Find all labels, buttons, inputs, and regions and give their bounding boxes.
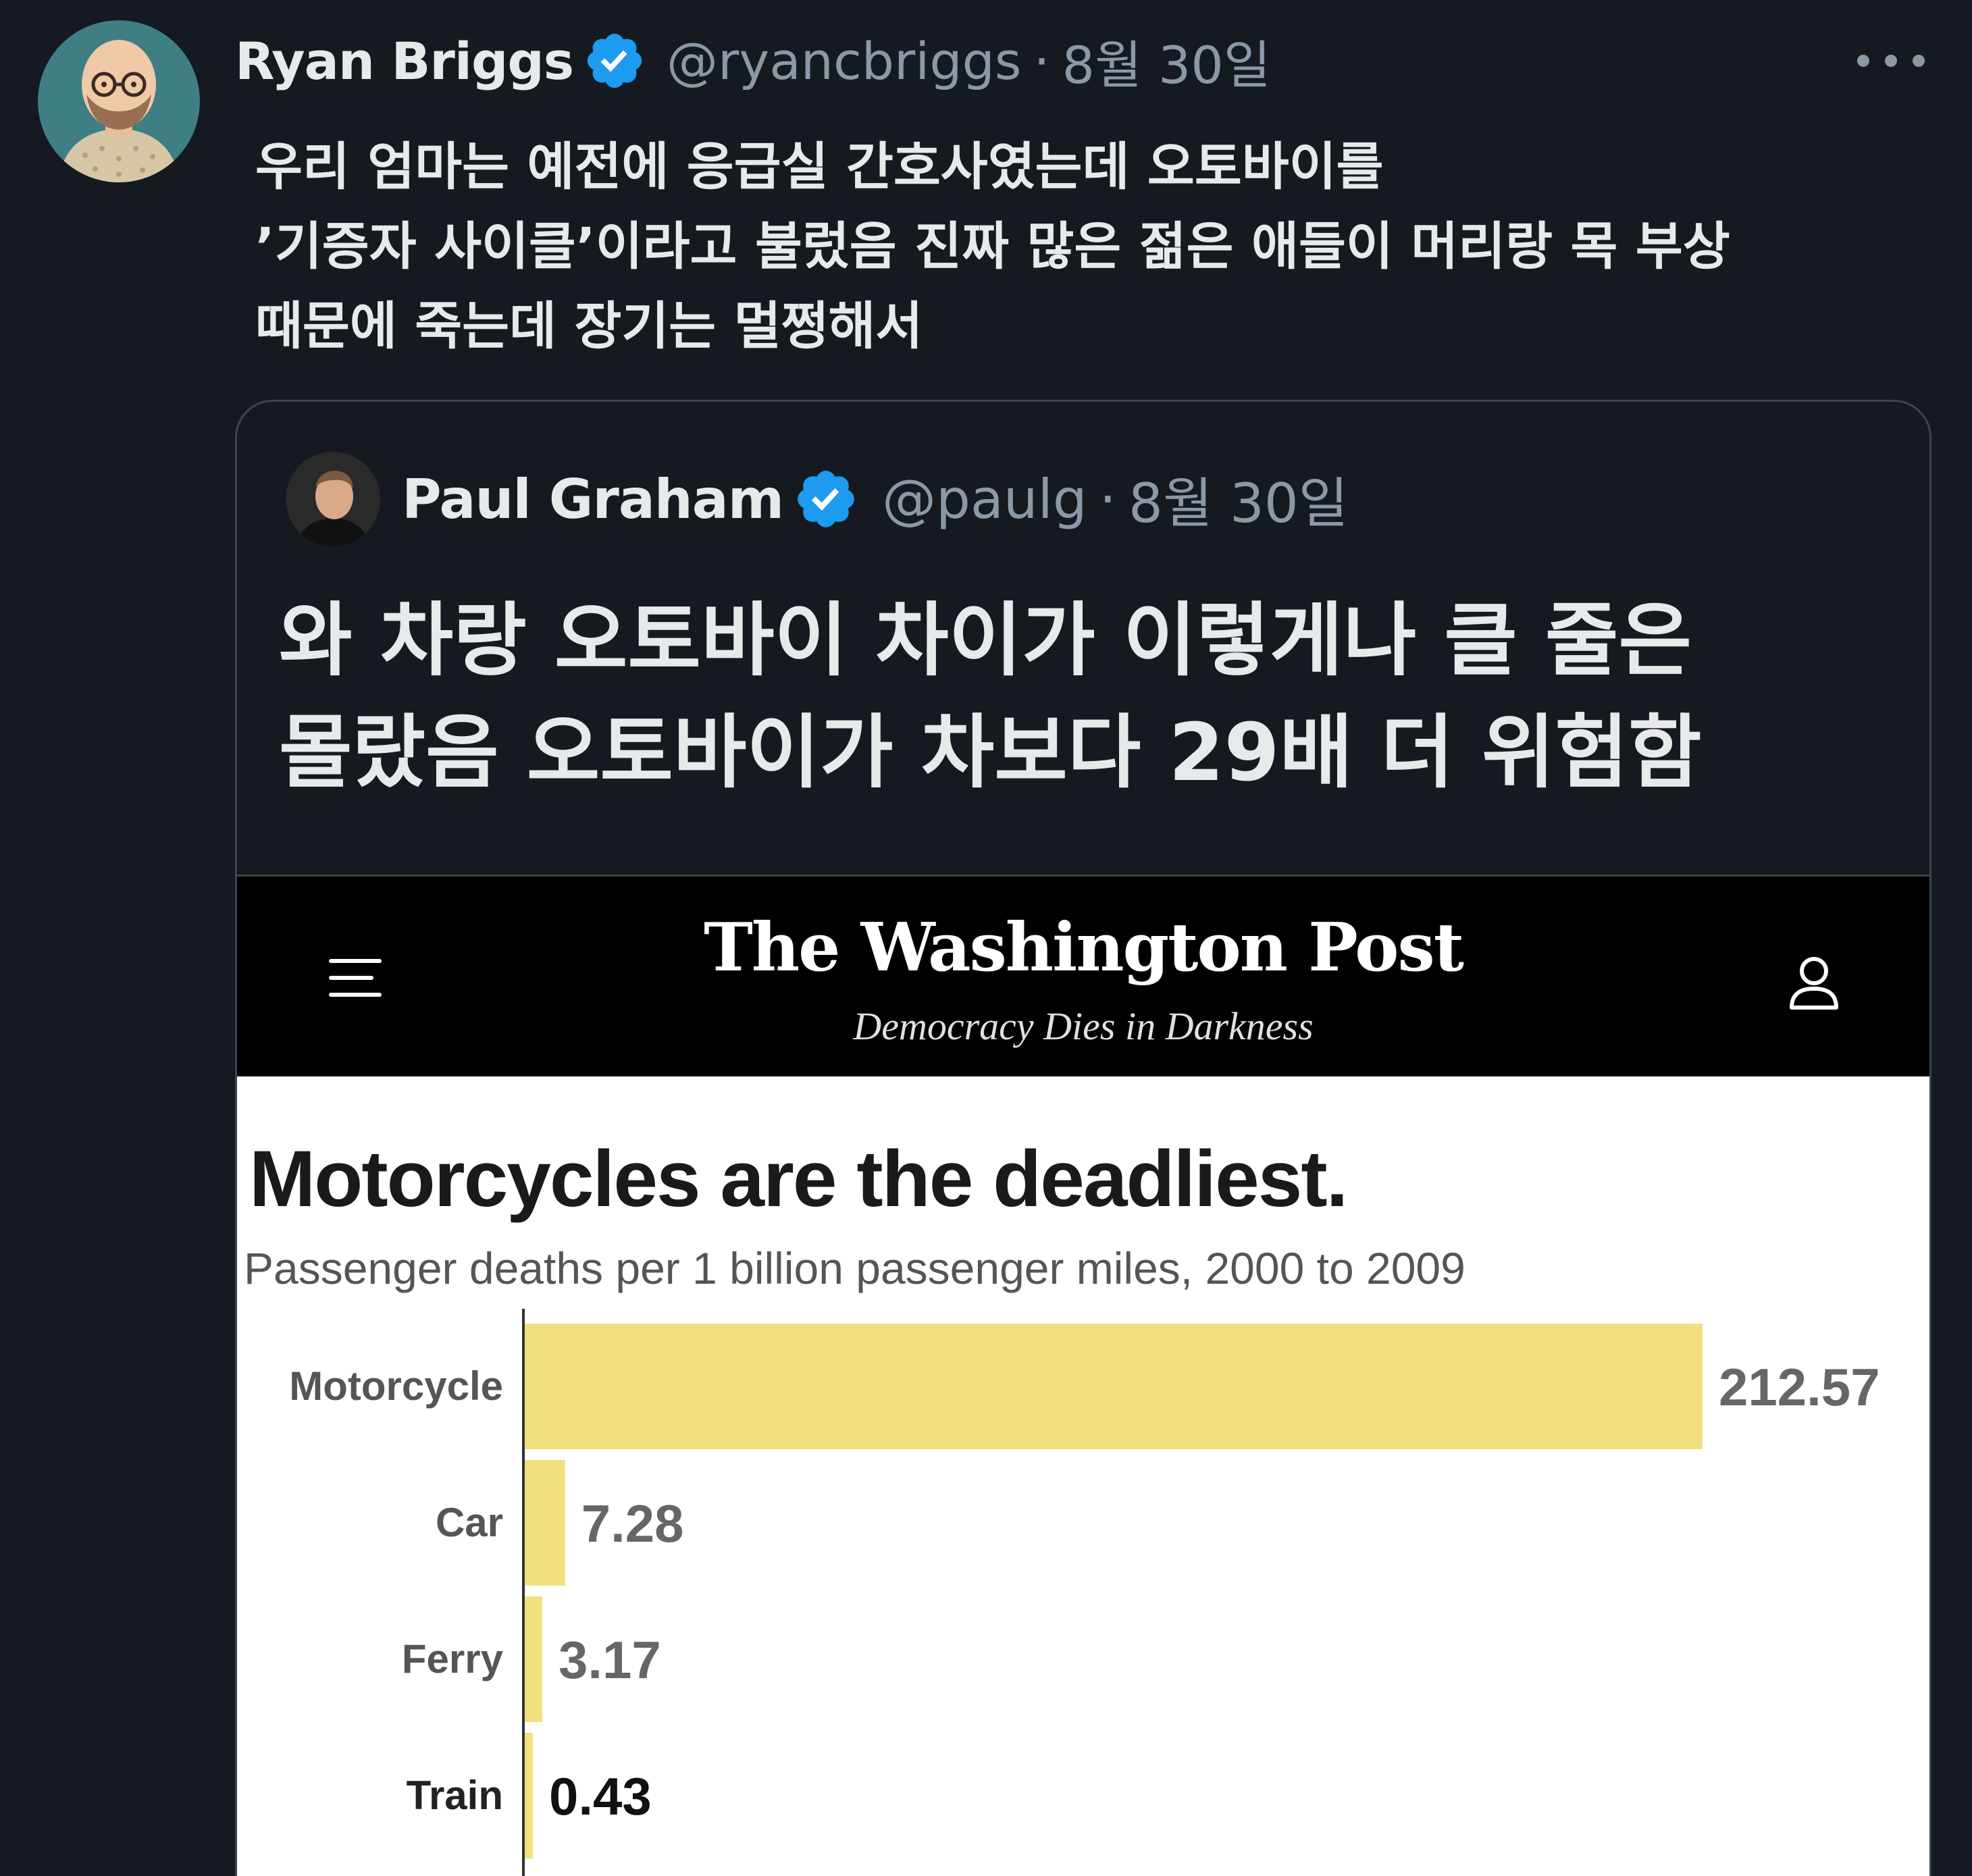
ryan-briggs-avatar[interactable] [38, 20, 200, 182]
tweet-header: Ryan Briggs @ryancbriggs · 8월 30일 [235, 24, 1271, 98]
quoted-author-handle[interactable]: @paulg [882, 468, 1087, 531]
attached-image[interactable]: The Washington Post Democracy Dies in Da… [237, 875, 1929, 1876]
bar-chart: Motorcycle 212.57 Car 7.28 Ferry 3.17 Train 0.4… [289, 1309, 1880, 1876]
quoted-tweet-date[interactable]: 8월 30일 [1128, 460, 1348, 538]
bar-train [525, 1733, 533, 1858]
washington-post-header: The Washington Post Democracy Dies in Da… [237, 877, 1929, 1076]
value-label: 7.28 [581, 1494, 684, 1553]
category-label: Car [436, 1500, 503, 1545]
more-options-icon[interactable] [1857, 41, 1925, 81]
bar-car [525, 1460, 565, 1586]
tweet-date[interactable]: 8월 30일 [1062, 24, 1271, 98]
bar-ferry [525, 1596, 543, 1722]
category-label: Train [407, 1773, 503, 1818]
verified-badge-icon[interactable] [793, 466, 859, 532]
quoted-text-line: 몰랐음 오토바이가 차보다 29배 더 위험함 [279, 706, 1702, 799]
tweet-text-line: 때문에 죽는데 장기는 멀쩡해서 [255, 296, 923, 356]
verified-badge-icon[interactable] [583, 29, 646, 93]
page: Ryan Briggs @ryancbriggs · 8월 30일 우리 엄마는… [0, 0, 1972, 1876]
category-label: Ferry [402, 1636, 504, 1682]
value-label: 3.17 [559, 1630, 661, 1690]
value-label: 0.43 [549, 1767, 652, 1826]
tweet-text: 우리 엄마는 예전에 응급실 간호사였는데 오토바이를 ’기증자 사이클’이라고… [255, 127, 1944, 366]
quoted-text-line: 와 차랑 오토바이 차이가 이렇게나 클 줄은 [279, 594, 1692, 687]
paul-graham-avatar[interactable] [286, 452, 380, 546]
tweet-text-line: 우리 엄마는 예전에 응급실 간호사였는데 오토바이를 [255, 136, 1384, 197]
tweet-text-line: ’기증자 사이클’이라고 불렀음 진짜 많은 젊은 애들이 머리랑 목 부상 [255, 216, 1730, 276]
separator-dot: · [1099, 467, 1117, 531]
user-account-icon [1784, 952, 1844, 1013]
bar-motorcycle [525, 1324, 1703, 1449]
masthead-tagline: Democracy Dies in Darkness [853, 1004, 1314, 1048]
quoted-author-name[interactable]: Paul Graham [402, 468, 784, 531]
masthead-logo: The Washington Post [704, 909, 1464, 987]
author-name[interactable]: Ryan Briggs [235, 31, 574, 91]
quoted-tweet-header: Paul Graham @paulg · 8월 30일 [402, 464, 1348, 536]
quoted-tweet-card[interactable]: Paul Graham @paulg · 8월 30일 와 차랑 오토바이 차이… [235, 400, 1931, 1876]
quoted-tweet-text: 와 차랑 오토바이 차이가 이렇게나 클 줄은 몰랐음 오토바이가 차보다 29… [279, 584, 1900, 808]
separator-dot: · [1033, 30, 1050, 91]
author-handle[interactable]: @ryancbriggs [667, 31, 1021, 91]
chart-subtitle: Passenger deaths per 1 billion passenger… [244, 1243, 1465, 1293]
category-label: Motorcycle [289, 1363, 503, 1409]
chart-title: Motorcycles are the deadliest. [249, 1135, 1348, 1224]
value-label: 212.57 [1719, 1357, 1880, 1417]
